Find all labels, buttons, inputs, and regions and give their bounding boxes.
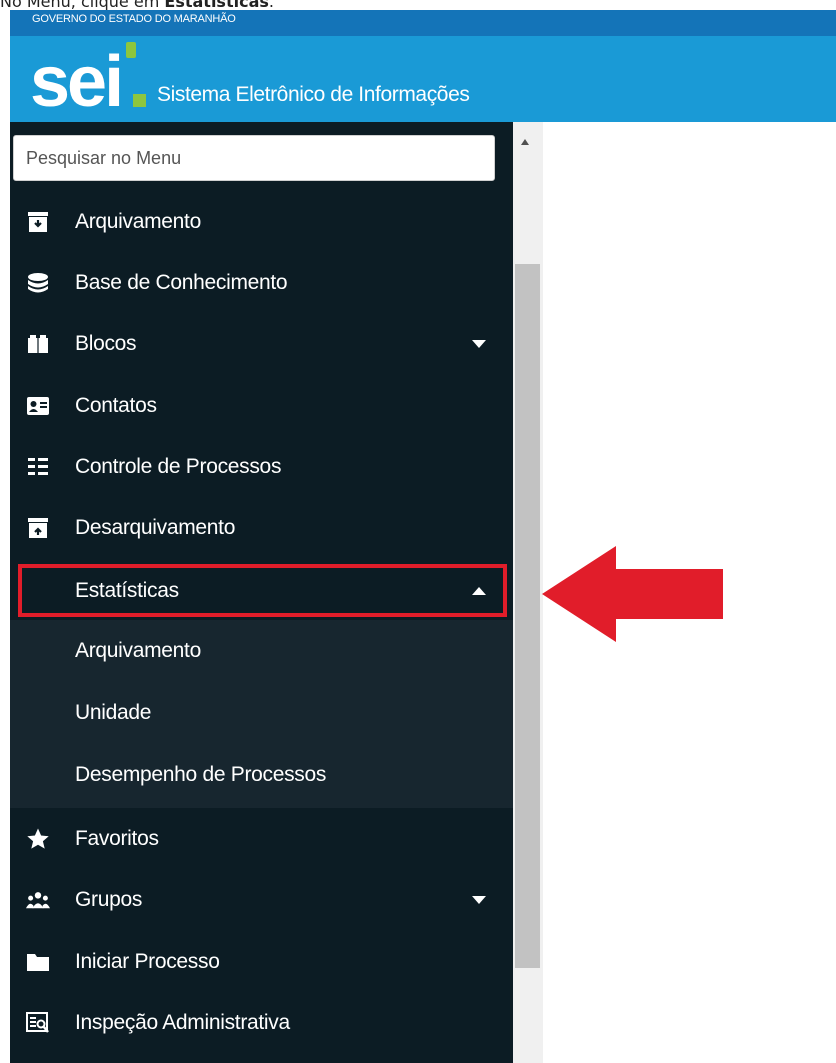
chevron-down-icon[interactable] <box>472 339 486 348</box>
inspection-icon <box>26 1011 50 1035</box>
menu-item-label: Controle de Processos <box>75 454 282 478</box>
chevron-down-icon[interactable] <box>472 895 486 904</box>
database-icon <box>26 271 50 295</box>
red-arrow-pointer <box>542 546 723 642</box>
menu-item-label: Iniciar Processo <box>75 949 220 973</box>
menu-item-favoritos[interactable]: Favoritos <box>10 808 513 869</box>
highlight-box <box>18 564 507 617</box>
instruction-suffix: . <box>268 0 274 10</box>
blocks-icon <box>26 332 50 356</box>
menu-item-controle-processos[interactable]: Controle de Processos <box>10 436 513 497</box>
menu-item-inspecao-administrativa[interactable]: Inspeção Administrativa <box>10 992 513 1053</box>
sidebar-menu: Arquivamento Base de Conhecimento Blocos… <box>10 122 513 1063</box>
government-bar: GOVERNO DO ESTADO DO MARANHÃO <box>10 10 836 36</box>
menu-item-grupos[interactable]: Grupos <box>10 869 513 930</box>
estatisticas-submenu: Arquivamento Unidade Desempenho de Proce… <box>10 620 513 808</box>
app-header: sei Sistema Eletrônico de Informações <box>10 36 836 122</box>
submenu-item-arquivamento[interactable]: Arquivamento <box>10 620 513 681</box>
instruction-emphasis: Estatísticas <box>164 0 269 10</box>
menu-item-label: Arquivamento <box>75 209 201 233</box>
sei-logo-text: sei <box>30 42 121 114</box>
users-group-icon <box>26 888 50 912</box>
sidebar-scrollbar[interactable] <box>513 122 543 1063</box>
menu-item-iniciar-processo[interactable]: Iniciar Processo <box>10 931 513 992</box>
submenu-item-label: Desempenho de Processos <box>75 762 327 786</box>
contact-card-icon <box>26 394 50 418</box>
sei-logo[interactable]: sei <box>30 42 150 114</box>
menu-item-base-conhecimento[interactable]: Base de Conhecimento <box>10 252 513 313</box>
menu-item-label: Blocos <box>75 331 137 355</box>
menu-item-desarquivamento[interactable]: Desarquivamento <box>10 497 513 558</box>
scrollbar-thumb[interactable] <box>515 264 540 968</box>
submenu-item-unidade[interactable]: Unidade <box>10 682 513 743</box>
menu-item-blocos[interactable]: Blocos <box>10 313 513 374</box>
archive-down-icon <box>26 210 50 234</box>
star-icon <box>26 827 50 851</box>
system-title: Sistema Eletrônico de Informações <box>157 83 470 106</box>
scroll-up-arrow-icon[interactable] <box>521 139 529 145</box>
list-icon <box>26 455 50 479</box>
folder-icon <box>26 950 50 974</box>
instruction-text: No Menu, clique em Estatísticas. <box>0 0 836 10</box>
menu-item-label: Favoritos <box>75 826 159 850</box>
instruction-prefix: No Menu, clique em <box>0 0 160 10</box>
menu-item-label: Contatos <box>75 393 157 417</box>
menu-search-input[interactable] <box>13 135 495 181</box>
submenu-item-label: Unidade <box>75 700 152 724</box>
menu-item-label: Desarquivamento <box>75 515 236 539</box>
menu-item-label: Grupos <box>75 887 143 911</box>
submenu-item-label: Arquivamento <box>75 638 201 662</box>
government-name: GOVERNO DO ESTADO DO MARANHÃO <box>32 13 236 25</box>
menu-item-contatos[interactable]: Contatos <box>10 375 513 436</box>
menu-item-label: Inspeção Administrativa <box>75 1010 290 1034</box>
menu-item-arquivamento[interactable]: Arquivamento <box>10 191 513 252</box>
menu-item-label: Base de Conhecimento <box>75 270 288 294</box>
archive-up-icon <box>26 516 50 540</box>
submenu-item-desempenho-processos[interactable]: Desempenho de Processos <box>10 744 513 805</box>
